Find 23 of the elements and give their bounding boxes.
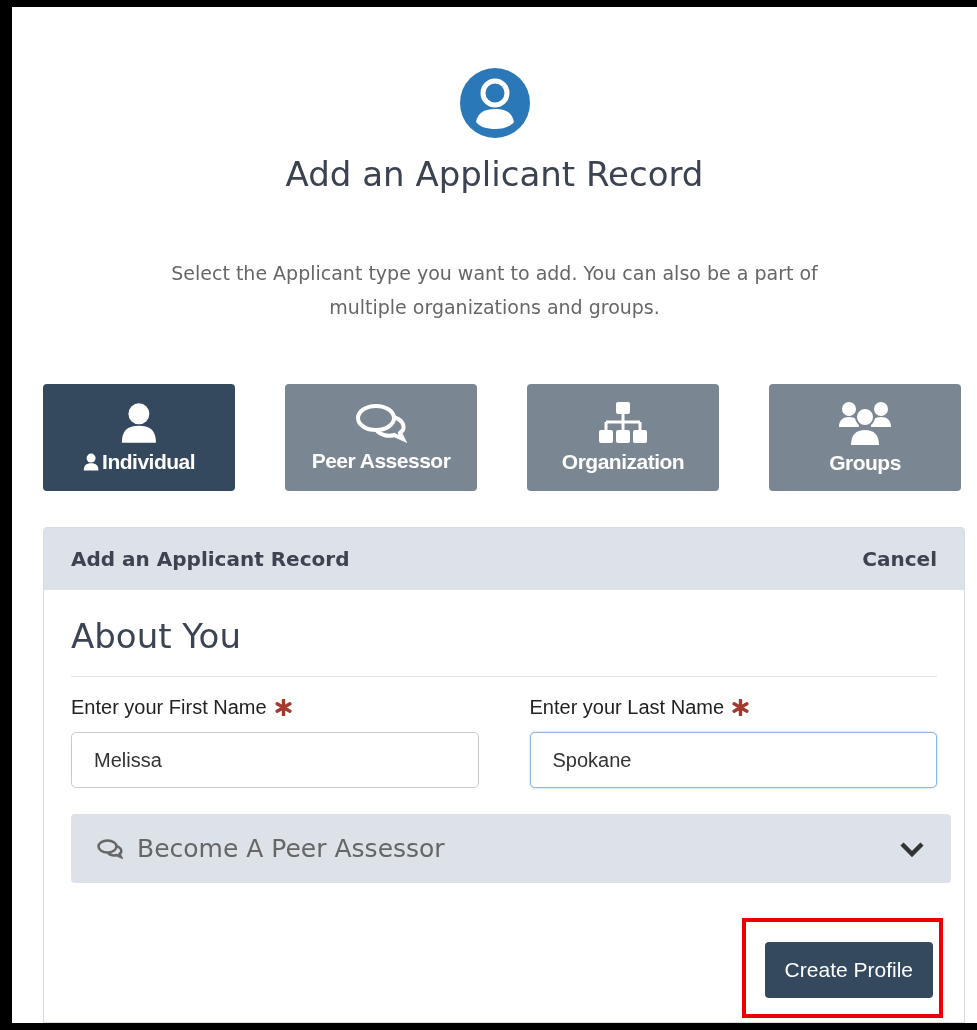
cancel-link[interactable]: Cancel (862, 547, 937, 571)
field-label: Enter your First Name (71, 696, 267, 719)
sitemap-icon (598, 401, 648, 444)
name-input[interactable]: Spokane (529, 732, 937, 788)
peer-assessor-accordion[interactable]: Become A Peer Assessor (71, 814, 951, 883)
applicant-type-tab[interactable]: Organization (527, 384, 719, 491)
profile-avatar-icon (457, 66, 532, 140)
chat-icon (97, 838, 123, 859)
applicant-type-tab[interactable]: Peer Assessor (285, 384, 477, 491)
name-input[interactable]: Melissa (71, 732, 479, 788)
applicant-type-tab[interactable]: Individual (43, 384, 235, 491)
chat-icon (355, 402, 407, 443)
user-icon (82, 452, 100, 471)
user-icon (120, 401, 158, 444)
page-description: Select the Applicant type you want to add. You can also be a part of multiple organizations and groups. (170, 261, 819, 320)
field-label: Enter your Last Name (529, 696, 725, 719)
create-profile-button[interactable]: Create Profile (764, 942, 933, 998)
section-title: About You (71, 616, 937, 677)
accordion-label: Become A Peer Assessor (137, 834, 445, 863)
page-title: Add an Applicant Record (285, 154, 704, 194)
panel-title: Add an Applicant Record (71, 547, 350, 571)
applicant-type-tab[interactable]: Groups (769, 384, 961, 491)
users-icon (837, 400, 893, 445)
